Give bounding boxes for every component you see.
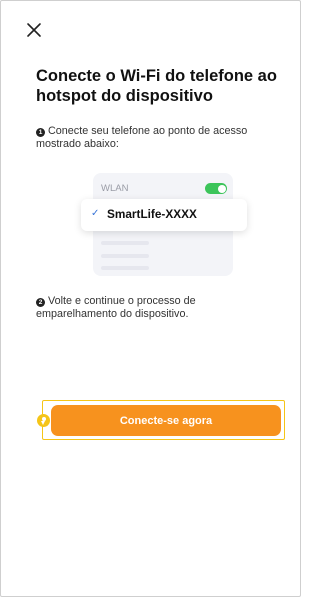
connect-now-button[interactable]: Conecte-se agora [51,405,281,436]
placeholder-line [101,241,149,245]
step-number-badge: 1 [36,128,45,137]
network-card: ✓ SmartLife-XXXX [81,199,247,231]
check-icon: ✓ [91,208,100,219]
pin-tail [41,421,45,425]
close-icon [27,23,41,37]
toggle-knob [217,184,226,193]
placeholder-line [101,254,149,258]
wlan-label: WLAN [101,183,129,194]
location-pin-icon [37,414,50,427]
wlan-toggle [205,183,227,194]
close-button[interactable] [24,20,44,40]
page-title: Conecte o Wi-Fi do telefone ao hotspot d… [36,67,277,105]
step-2-instruction: 2 Volte e continue o processo de emparelh… [36,295,272,321]
network-name: SmartLife-XXXX [107,207,197,221]
step-number-badge: 2 [36,298,45,307]
placeholder-line [101,266,149,270]
step-text: Conecte seu telefone ao ponto de acesso … [36,125,248,150]
step-1-instruction: 1 Conecte seu telefone ao ponto de acesso… [36,125,272,151]
step-text: Volte e continue o processo de emparelha… [36,295,196,320]
